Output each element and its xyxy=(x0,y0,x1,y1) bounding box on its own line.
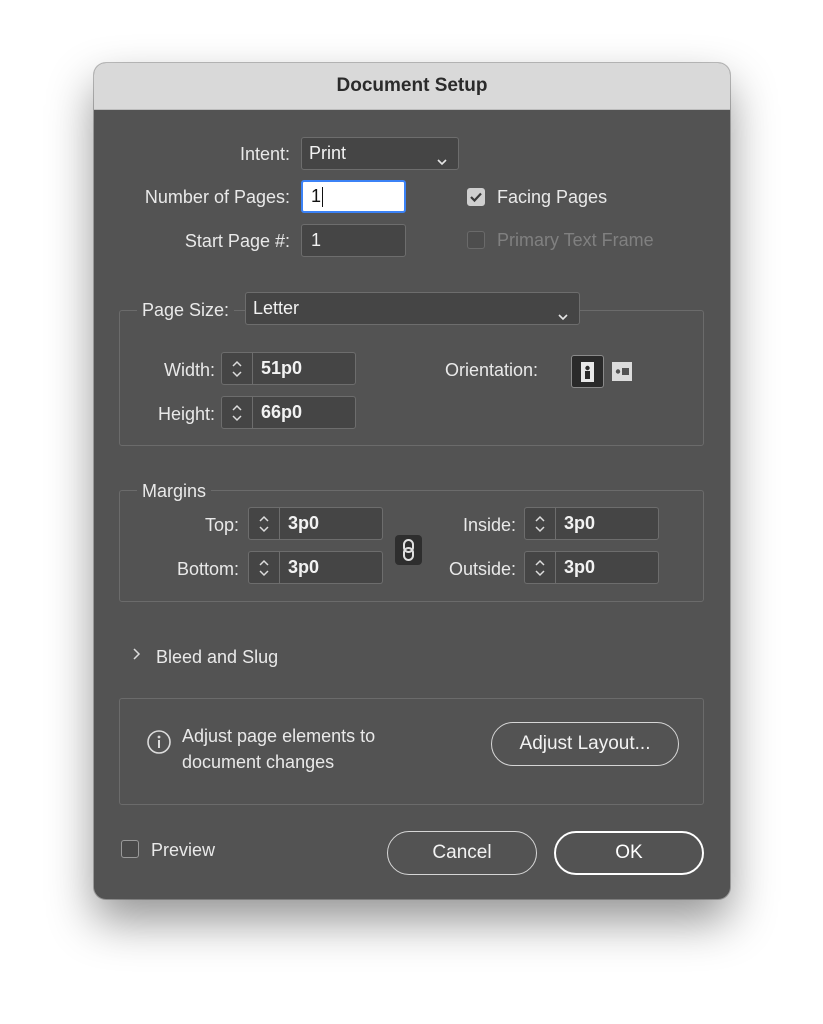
top-margin-value: 3p0 xyxy=(288,513,320,533)
margins-title: Margins xyxy=(137,480,212,502)
page-size-label: Page Size: xyxy=(137,299,235,321)
stepper-arrows-icon[interactable] xyxy=(222,353,253,384)
width-stepper[interactable]: 51p0 xyxy=(221,352,356,385)
bleed-and-slug-toggle[interactable]: Bleed and Slug xyxy=(156,646,278,668)
start-page-input[interactable]: 1 xyxy=(301,224,406,257)
number-of-pages-value: 1 xyxy=(311,186,322,206)
preview-checkbox[interactable] xyxy=(121,840,139,858)
facing-pages-checkbox[interactable] xyxy=(467,188,485,206)
facing-pages-label: Facing Pages xyxy=(497,187,608,207)
primary-text-frame-label: Primary Text Frame xyxy=(497,230,654,250)
adjust-info-line2: document changes xyxy=(182,752,335,772)
text-caret xyxy=(322,187,324,208)
width-value: 51p0 xyxy=(261,358,303,378)
outside-margin-stepper[interactable]: 3p0 xyxy=(524,551,659,584)
stepper-arrows-icon[interactable] xyxy=(249,552,280,583)
number-of-pages-label: Number of Pages: xyxy=(144,187,290,207)
stepper-arrows-icon[interactable] xyxy=(222,397,253,428)
title-bar: Document Setup xyxy=(94,63,730,110)
link-icon[interactable] xyxy=(395,535,422,565)
bottom-margin-value: 3p0 xyxy=(288,557,320,577)
info-icon xyxy=(146,729,172,760)
intent-select[interactable]: Print xyxy=(301,137,459,170)
chevron-down-icon xyxy=(436,147,448,178)
adjust-info-line1: Adjust page elements to xyxy=(182,726,376,746)
adjust-layout-button[interactable]: Adjust Layout... xyxy=(491,722,679,766)
width-label: Width: xyxy=(163,360,215,380)
stepper-arrows-icon[interactable] xyxy=(249,508,280,539)
top-label: Top: xyxy=(204,515,239,535)
outside-label: Outside: xyxy=(448,559,516,579)
page-size-select[interactable]: Letter xyxy=(245,292,580,325)
bottom-label: Bottom: xyxy=(176,559,239,579)
chevron-down-icon xyxy=(557,302,569,333)
intent-value: Print xyxy=(309,143,347,163)
document-setup-dialog: Document Setup Intent: Print Number of P… xyxy=(94,63,730,899)
start-page-value: 1 xyxy=(311,230,322,250)
orientation-label: Orientation: xyxy=(445,360,539,380)
stepper-arrows-icon[interactable] xyxy=(525,552,556,583)
height-stepper[interactable]: 66p0 xyxy=(221,396,356,429)
height-label: Height: xyxy=(157,404,215,424)
primary-text-frame-checkbox[interactable] xyxy=(467,231,485,249)
preview-label: Preview xyxy=(151,840,216,860)
chevron-right-icon[interactable] xyxy=(131,647,141,666)
inside-margin-value: 3p0 xyxy=(564,513,596,533)
intent-label: Intent: xyxy=(239,144,290,164)
dialog-title: Document Setup xyxy=(336,75,488,96)
inside-label: Inside: xyxy=(462,515,516,535)
checkmark-icon xyxy=(470,192,482,203)
page-size-value: Letter xyxy=(253,298,300,318)
bottom-margin-stepper[interactable]: 3p0 xyxy=(248,551,383,584)
ok-button[interactable]: OK xyxy=(554,831,704,875)
stepper-arrows-icon[interactable] xyxy=(525,508,556,539)
top-margin-stepper[interactable]: 3p0 xyxy=(248,507,383,540)
portrait-icon[interactable] xyxy=(571,355,604,388)
cancel-button[interactable]: Cancel xyxy=(387,831,537,875)
number-of-pages-input[interactable]: 1 xyxy=(301,180,406,213)
inside-margin-stepper[interactable]: 3p0 xyxy=(524,507,659,540)
start-page-label: Start Page #: xyxy=(184,231,290,251)
height-value: 66p0 xyxy=(261,402,303,422)
outside-margin-value: 3p0 xyxy=(564,557,596,577)
landscape-icon[interactable] xyxy=(610,359,635,384)
